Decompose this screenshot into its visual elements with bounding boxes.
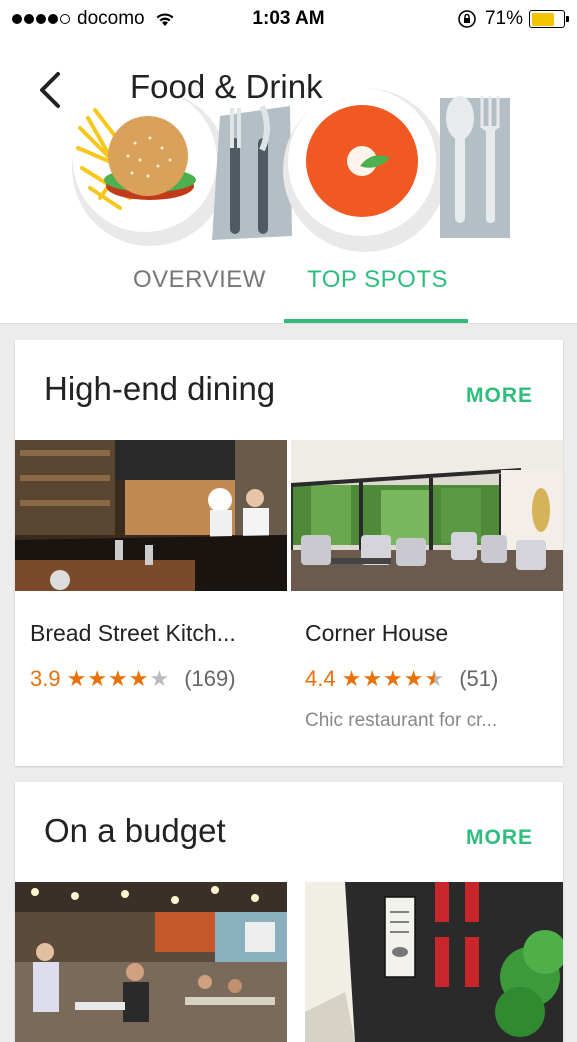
status-bar: docomo 1:03 AM 71% [0,0,577,38]
battery-percent: 71% [484,8,523,29]
tab-top-spots[interactable]: TOP SPOTS [307,266,448,294]
tab-bar: OVERVIEW TOP SPOTS [0,256,577,323]
rotation-lock-icon [458,10,476,28]
battery-fill [531,12,554,26]
section-title: High-end dining [44,370,276,407]
rating-row: 3.9 ★★★★★ (169) [30,666,236,692]
place-photo-corner-house[interactable] [291,440,563,591]
more-button[interactable]: MORE [466,384,533,408]
cutlery-illustration [212,104,292,240]
plate-burger-illustration [72,88,228,246]
place-name[interactable]: Corner House [305,620,448,647]
place-description: Chic restaurant for cr... [305,710,498,731]
place-photo-budget-2[interactable] [305,882,563,1042]
rating-row: 4.4 ★★★★★ (51) [305,666,498,692]
rating-value: 4.4 [305,666,336,691]
status-right: 71% [457,8,569,30]
section-high-end-dining: High-end dining MORE Bread Street Kitch.… [15,340,563,766]
tab-overview[interactable]: OVERVIEW [133,266,266,294]
place-photo-budget-1[interactable] [15,882,287,1042]
tab-indicator [284,319,468,323]
place-name[interactable]: Bread Street Kitch... [30,620,236,647]
rating-value: 3.9 [30,666,61,691]
place-photo-bread-street[interactable] [15,440,287,591]
review-count: (169) [184,666,236,691]
star-rating-icon: ★★★★★ [341,666,446,691]
spoon-fork-illustration [440,96,510,238]
back-button[interactable] [30,66,72,110]
star-rating-icon: ★★★★★ [66,666,171,691]
section-on-a-budget: On a budget MORE [15,782,563,1042]
plate-soup-illustration [283,88,447,252]
review-count: (51) [459,666,499,691]
page-title: Food & Drink [130,68,323,105]
app-header: Food & Drink OVERVIEW TOP SPOTS [0,38,577,324]
section-title: On a budget [44,812,226,849]
battery-icon [529,10,569,28]
more-button[interactable]: MORE [466,826,533,850]
